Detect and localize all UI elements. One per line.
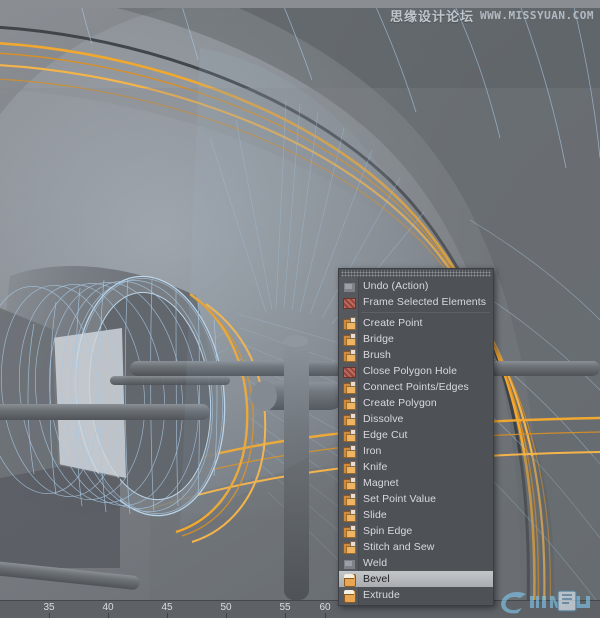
menu-item-iron[interactable]: Iron xyxy=(339,443,493,459)
frame-selected-icon xyxy=(341,296,358,309)
menu-drag-handle[interactable] xyxy=(341,270,491,277)
edge-cut-icon xyxy=(341,429,358,442)
close-polygon-hole-icon xyxy=(341,365,358,378)
knife-icon xyxy=(341,461,358,474)
timeline-label: 40 xyxy=(102,601,113,614)
menu-item-list: Undo (Action)Frame Selected Elements Crea… xyxy=(339,277,493,605)
stitch-and-sew-icon xyxy=(341,541,358,554)
timeline-label: 35 xyxy=(43,601,54,614)
menu-item-label: Extrude xyxy=(363,587,400,603)
weld-icon xyxy=(341,557,358,570)
menu-item-label: Create Polygon xyxy=(363,395,437,411)
watermark-chinese-text: 思缘设计论坛 xyxy=(390,6,474,25)
menu-item-create-point[interactable]: Create Point xyxy=(339,315,493,331)
menu-item-label: Iron xyxy=(363,443,382,459)
create-point-icon xyxy=(341,317,358,330)
timeline-label: 60 xyxy=(319,601,330,614)
extrude-icon xyxy=(341,589,358,602)
menu-item-frame-selected-elements[interactable]: Frame Selected Elements xyxy=(339,294,493,310)
menu-item-extrude[interactable]: Extrude xyxy=(339,587,493,603)
menu-item-slide[interactable]: Slide xyxy=(339,507,493,523)
bridge-icon xyxy=(341,333,358,346)
menu-item-label: Knife xyxy=(363,459,387,475)
menu-item-magnet[interactable]: Magnet xyxy=(339,475,493,491)
viewport-3d[interactable] xyxy=(0,8,600,601)
menu-item-weld[interactable]: Weld xyxy=(339,555,493,571)
menu-item-create-polygon[interactable]: Create Polygon xyxy=(339,395,493,411)
missyuan-logo-icon xyxy=(496,586,596,616)
bevel-icon xyxy=(341,573,358,586)
timeline-label: 45 xyxy=(161,601,172,614)
menu-item-bridge[interactable]: Bridge xyxy=(339,331,493,347)
connect-points-edges-icon xyxy=(341,381,358,394)
menu-item-spin-edge[interactable]: Spin Edge xyxy=(339,523,493,539)
menu-item-stitch-and-sew[interactable]: Stitch and Sew xyxy=(339,539,493,555)
menu-item-dissolve[interactable]: Dissolve xyxy=(339,411,493,427)
menu-item-label: Magnet xyxy=(363,475,399,491)
menu-item-label: Spin Edge xyxy=(363,523,412,539)
magnet-icon xyxy=(341,477,358,490)
menu-item-bevel[interactable]: Bevel xyxy=(339,571,493,587)
menu-item-label: Close Polygon Hole xyxy=(363,363,457,379)
watermark-url-text: WWW.MISSYUAN.COM xyxy=(480,9,594,22)
cinema4d-window: Undo (Action)Frame Selected Elements Crea… xyxy=(0,0,600,618)
menu-item-set-point-value[interactable]: Set Point Value xyxy=(339,491,493,507)
menu-item-close-polygon-hole[interactable]: Close Polygon Hole xyxy=(339,363,493,379)
menu-item-label: Set Point Value xyxy=(363,491,436,507)
watermark-top: 思缘设计论坛 WWW.MISSYUAN.COM xyxy=(390,6,594,25)
menu-item-label: Edge Cut xyxy=(363,427,408,443)
slide-icon xyxy=(341,509,358,522)
menu-separator xyxy=(361,312,490,313)
iron-icon xyxy=(341,445,358,458)
timeline-label: 50 xyxy=(220,601,231,614)
menu-item-label: Bevel xyxy=(363,571,390,587)
menu-item-label: Dissolve xyxy=(363,411,403,427)
spin-edge-icon xyxy=(341,525,358,538)
set-point-value-icon xyxy=(341,493,358,506)
menu-item-label: Create Point xyxy=(363,315,423,331)
menu-item-label: Frame Selected Elements xyxy=(363,294,486,310)
dissolve-icon xyxy=(341,413,358,426)
menu-item-connect-points-edges[interactable]: Connect Points/Edges xyxy=(339,379,493,395)
menu-item-label: Undo (Action) xyxy=(363,278,429,294)
menu-item-label: Stitch and Sew xyxy=(363,539,434,555)
menu-item-label: Weld xyxy=(363,555,387,571)
menu-item-edge-cut[interactable]: Edge Cut xyxy=(339,427,493,443)
viewport-render xyxy=(0,8,600,601)
menu-item-undo-action[interactable]: Undo (Action) xyxy=(339,278,493,294)
brush-icon xyxy=(341,349,358,362)
menu-item-brush[interactable]: Brush xyxy=(339,347,493,363)
create-polygon-icon xyxy=(341,397,358,410)
undo-icon xyxy=(341,280,358,293)
menu-item-label: Brush xyxy=(363,347,391,363)
menu-item-label: Slide xyxy=(363,507,387,523)
polygon-tools-context-menu[interactable]: Undo (Action)Frame Selected Elements Crea… xyxy=(338,268,494,606)
menu-item-knife[interactable]: Knife xyxy=(339,459,493,475)
timeline-label: 55 xyxy=(279,601,290,614)
menu-item-label: Bridge xyxy=(363,331,394,347)
menu-item-label: Connect Points/Edges xyxy=(363,379,469,395)
